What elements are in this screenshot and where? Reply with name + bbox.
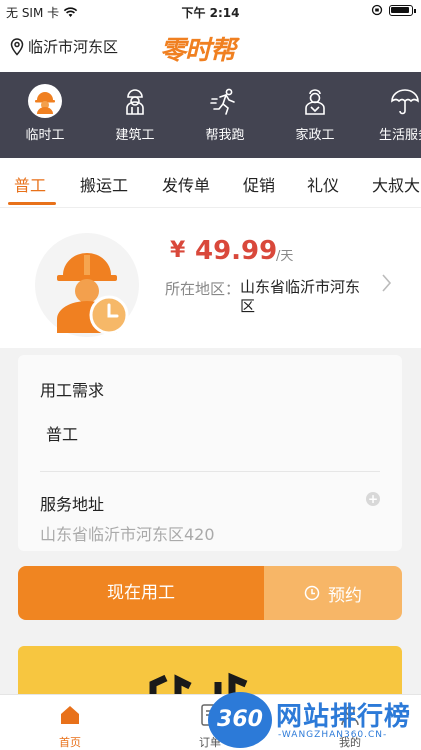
location-selector[interactable]: 临沂市河东区 bbox=[10, 36, 118, 57]
tab-porter[interactable]: 搬运工 bbox=[80, 172, 128, 196]
construction-worker-icon bbox=[118, 84, 152, 118]
add-address-icon[interactable]: + bbox=[366, 492, 380, 506]
book-button[interactable]: 预约 bbox=[264, 566, 402, 620]
category-label: 建筑工 bbox=[115, 128, 155, 143]
hire-now-button[interactable]: 现在用工 bbox=[18, 566, 264, 620]
chevron-right-icon[interactable] bbox=[382, 274, 392, 292]
housekeeper-icon bbox=[298, 84, 332, 118]
tab-flyer[interactable]: 发传单 bbox=[162, 172, 210, 196]
book-label: 预约 bbox=[328, 585, 362, 606]
category-label: 帮我跑 bbox=[205, 128, 245, 143]
clock-icon bbox=[89, 295, 129, 335]
nav-home-label: 首页 bbox=[59, 736, 81, 749]
address-title: 服务地址 bbox=[40, 495, 105, 514]
orientation-lock-icon bbox=[371, 4, 383, 16]
watermark-title: 网站排行榜 bbox=[276, 702, 412, 732]
category-label: 生活服务 bbox=[378, 128, 421, 143]
battery-icon bbox=[389, 4, 416, 16]
site-watermark: 360 网站排行榜 -WANGZHAN360.CN- bbox=[208, 692, 421, 750]
area-label: 所在地区： bbox=[165, 280, 241, 298]
category-label: 临时工 bbox=[25, 128, 65, 143]
tab-general-worker[interactable]: 普工 bbox=[14, 172, 46, 196]
price-unit: /天 bbox=[276, 249, 294, 264]
category-housekeeper[interactable]: 家政工 bbox=[270, 72, 360, 158]
active-tab-indicator bbox=[8, 202, 56, 205]
job-type-tabs: 普工 搬运工 发传单 促销 礼仪 大叔大 bbox=[0, 158, 421, 208]
watermark-subtitle: -WANGZHAN360.CN- bbox=[278, 730, 388, 740]
worker-avatar bbox=[35, 233, 139, 337]
area-value: 山东省临沂市河东区 bbox=[240, 278, 361, 315]
divider bbox=[40, 471, 380, 472]
tab-etiquette[interactable]: 礼仪 bbox=[307, 172, 339, 196]
category-bar: 临时工 建筑工 帮我跑 家政工 生活服 bbox=[0, 72, 421, 158]
helmet-worker-icon bbox=[28, 84, 62, 118]
umbrella-icon bbox=[388, 84, 421, 118]
price-value: 49.99 bbox=[195, 236, 278, 266]
clock-icon bbox=[304, 585, 320, 601]
app-logo: 零时帮 bbox=[160, 36, 236, 66]
category-label: 家政工 bbox=[295, 128, 335, 143]
status-time: 下午 2:14 bbox=[181, 6, 240, 20]
demand-title: 用工需求 bbox=[40, 381, 105, 400]
app-header: 临沂市河东区 零时帮 bbox=[0, 22, 421, 72]
tab-uncle[interactable]: 大叔大 bbox=[372, 172, 420, 196]
order-form: 用工需求 普工 服务地址 + 山东省临沂市河东区420 bbox=[18, 355, 402, 551]
nav-home[interactable]: 首页 bbox=[30, 703, 110, 750]
worker-card: ¥ 49.99 /天 所在地区： 山东省临沂市河东区 bbox=[0, 208, 421, 348]
category-construction-worker[interactable]: 建筑工 bbox=[90, 72, 180, 158]
category-errand-runner[interactable]: 帮我跑 bbox=[180, 72, 270, 158]
price-currency: ¥ bbox=[170, 238, 186, 263]
status-bar: 无 SIM 卡 下午 2:14 bbox=[0, 0, 421, 22]
category-life-service[interactable]: 生活服务 bbox=[360, 72, 421, 158]
demand-field[interactable]: 普工 bbox=[46, 421, 78, 445]
home-icon bbox=[61, 706, 79, 724]
watermark-badge: 360 bbox=[208, 692, 272, 748]
tab-promotion[interactable]: 促销 bbox=[243, 172, 275, 196]
category-temp-worker[interactable]: 临时工 bbox=[0, 72, 90, 158]
runner-icon bbox=[208, 84, 242, 118]
address-field[interactable]: 山东省临沂市河东区420 bbox=[40, 521, 215, 545]
location-pin-icon bbox=[10, 37, 24, 56]
location-text: 临沂市河东区 bbox=[28, 38, 119, 56]
